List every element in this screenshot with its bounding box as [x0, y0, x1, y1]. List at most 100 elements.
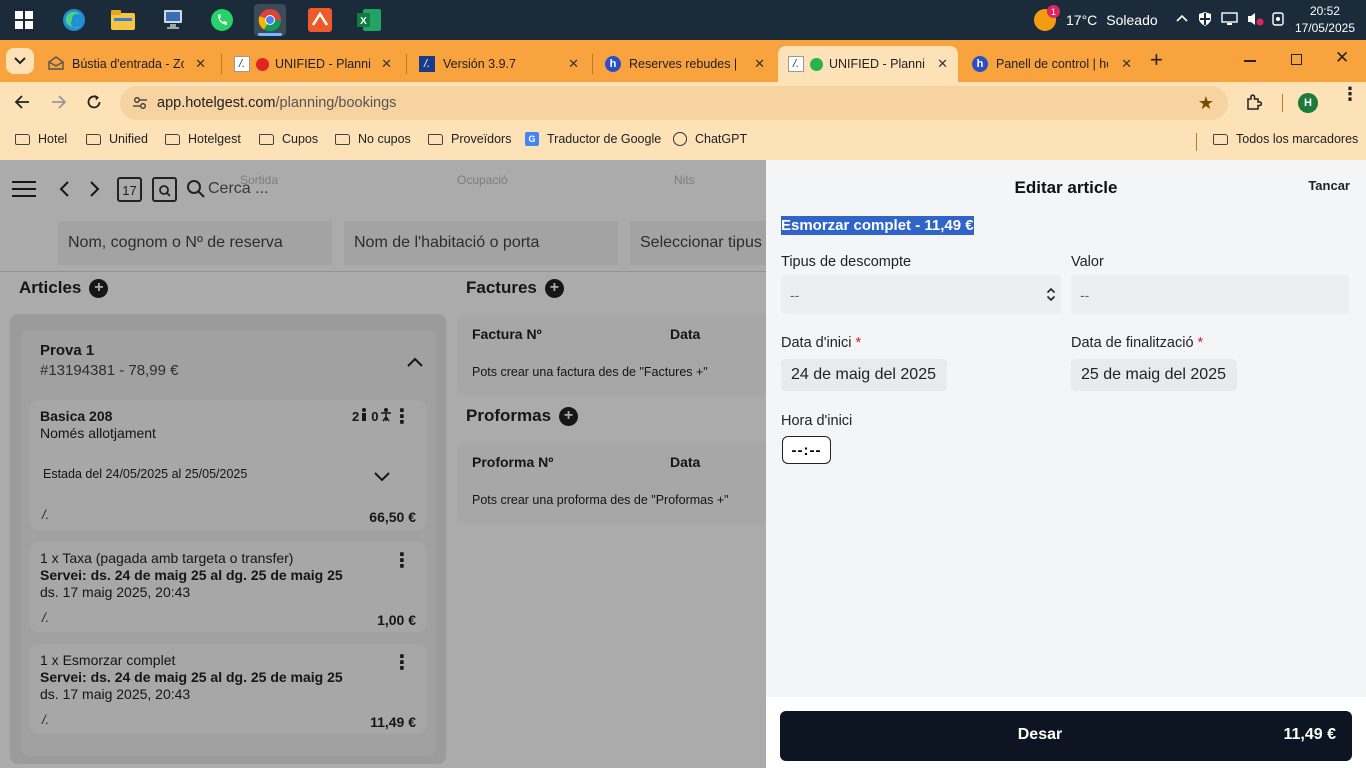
bookmark-link[interactable]: ChatGPT — [673, 132, 747, 146]
folder-icon — [86, 133, 101, 145]
tab-search-button[interactable] — [6, 48, 34, 74]
discount-type-select[interactable]: -- — [781, 275, 1061, 314]
end-date-value: 25 de maig del 2025 — [1081, 366, 1226, 383]
booking-details: 17 Cerca ... Sortida Ocupació Nits Nom, … — [0, 160, 766, 768]
folder-icon — [15, 133, 30, 145]
weather-widget[interactable]: 1 17°C Soleado — [1034, 0, 1158, 40]
folder-icon — [335, 133, 350, 145]
discount-type-label: Tipus de descompte — [781, 254, 912, 270]
browser-tab[interactable]: /. UNIFIED - Planning ✕ — [224, 46, 402, 82]
bookmark-folder[interactable]: No cupos — [335, 132, 411, 146]
value-label: Valor — [1071, 254, 1104, 270]
start-time-input[interactable]: --:-- — [782, 436, 831, 464]
remote-pc-icon[interactable] — [157, 4, 189, 36]
end-date-label: Data de finalització * — [1071, 335, 1203, 351]
browser-menu-icon[interactable]: ⋮ — [1341, 85, 1359, 103]
tab-title: Panell de control | hotelgest — [996, 57, 1108, 71]
browser-tab[interactable]: h Panell de control | hotelgest ✕ — [962, 46, 1142, 82]
chatgpt-icon — [673, 132, 687, 146]
excel-icon[interactable]: X — [353, 4, 385, 36]
discount-type-value: -- — [790, 286, 800, 303]
whatsapp-icon[interactable] — [206, 4, 238, 36]
bookmark-folder[interactable]: Hotel — [15, 132, 67, 146]
bookmark-label: No cupos — [358, 132, 411, 146]
profile-initial: H — [1304, 97, 1312, 109]
bookmark-label: Cupos — [282, 132, 319, 146]
end-date-picker[interactable]: 25 de maig del 2025 — [1071, 359, 1237, 391]
start-time-value: --:-- — [791, 441, 822, 459]
minimize-button[interactable] — [1244, 60, 1256, 62]
address-bar[interactable]: app.hotelgest.com/planning/bookings ★ — [120, 86, 1228, 120]
value-placeholder: -- — [1080, 286, 1090, 303]
end-date-label-text: Data de finalització — [1071, 335, 1194, 351]
close-icon[interactable]: ✕ — [1121, 56, 1132, 72]
browser-tab[interactable]: /. Versión 3.9.7 ✕ — [409, 46, 589, 82]
close-window-button[interactable]: ✕ — [1335, 48, 1349, 68]
weather-badge: 1 — [1047, 5, 1060, 18]
translate-icon: G — [525, 132, 539, 146]
chrome-icon[interactable] — [254, 4, 286, 36]
anydesk-icon[interactable] — [304, 4, 336, 36]
save-button-label: Desar — [1017, 726, 1063, 743]
close-icon[interactable]: ✕ — [195, 56, 206, 72]
profile-avatar[interactable]: H — [1298, 93, 1318, 113]
hotelgest-favicon-icon: h — [972, 56, 988, 72]
tab-title: Reserves rebudes | hotelgest — [629, 57, 741, 71]
bookmark-folder[interactable]: Proveïdors — [428, 132, 511, 146]
extensions-icon[interactable] — [1245, 93, 1263, 116]
shield-icon[interactable] — [1197, 11, 1213, 30]
clock-date: 17/05/2025 — [1294, 21, 1355, 35]
reload-icon[interactable] — [86, 94, 102, 115]
windows-start-icon[interactable] — [8, 4, 40, 36]
volume-muted-icon[interactable] — [1246, 11, 1264, 30]
tab-title: Bústia d'entrada - Zoho — [72, 57, 184, 71]
bookmark-folder[interactable]: Hotelgest — [165, 132, 241, 146]
close-icon[interactable]: ✕ — [568, 56, 579, 72]
bookmark-link[interactable]: G Traductor de Google — [525, 132, 661, 146]
save-button-amount: 11,49 € — [1283, 726, 1337, 743]
site-info-icon[interactable] — [132, 95, 148, 115]
back-arrow-icon[interactable] — [14, 94, 30, 115]
browser-tab[interactable]: Bústia d'entrada - Zoho ✕ — [38, 46, 216, 82]
value-input[interactable]: -- — [1071, 275, 1349, 314]
bookmark-star-icon[interactable]: ★ — [1198, 93, 1214, 114]
browser-tab[interactable]: h Reserves rebudes | hotelgest ✕ — [595, 46, 775, 82]
folder-icon — [165, 133, 180, 145]
url-domain: app.hotelgest.com — [157, 95, 276, 111]
bookmark-label: Hotel — [38, 132, 68, 146]
modal-backdrop[interactable] — [0, 160, 766, 768]
weather-temp: 17°C — [1066, 12, 1098, 28]
tab-title: Versión 3.9.7 — [443, 57, 516, 71]
weather-condition: Soleado — [1106, 12, 1158, 28]
browser-tab-active[interactable]: /. UNIFIED - Planning ✕ — [778, 46, 958, 82]
forward-arrow-icon[interactable] — [51, 94, 67, 115]
browser-tab-strip: Bústia d'entrada - Zoho ✕ /. UNIFIED - P… — [0, 40, 1366, 82]
start-date-label-text: Data d'inici — [781, 335, 852, 351]
selected-article-name: Esmorzar complet - 11,49 € — [781, 216, 974, 235]
version-favicon-icon: /. — [419, 56, 435, 72]
close-icon[interactable]: ✕ — [381, 56, 392, 72]
network-icon[interactable] — [1221, 11, 1238, 29]
close-icon[interactable]: ✕ — [937, 56, 948, 72]
close-panel-button[interactable]: Tancar — [1308, 178, 1350, 193]
unified-favicon-icon: /. — [788, 56, 804, 72]
folder-icon — [259, 133, 274, 145]
hotelgest-favicon-icon: h — [605, 56, 621, 72]
bookmark-folder[interactable]: Unified — [86, 132, 148, 146]
bookmark-folder[interactable]: Cupos — [259, 132, 318, 146]
taskbar-clock[interactable]: 20:52 17/05/2025 — [1295, 3, 1355, 37]
start-date-picker[interactable]: 24 de maig del 2025 — [781, 359, 947, 391]
new-tab-button[interactable]: + — [1150, 49, 1163, 71]
chevron-up-icon[interactable] — [1175, 12, 1189, 29]
weather-sun-icon: 1 — [1034, 5, 1060, 31]
panel-footer: Desar 11,49 € — [766, 697, 1366, 768]
close-icon[interactable]: ✕ — [754, 56, 765, 72]
bookmarks-bar: Hotel Unified Hotelgest Cupos No cupos P… — [0, 124, 1366, 160]
all-bookmarks-folder[interactable]: Todos los marcadores — [1213, 132, 1358, 146]
restore-button[interactable] — [1291, 54, 1302, 65]
edge-icon[interactable] — [58, 4, 90, 36]
save-button[interactable]: Desar 11,49 € — [780, 711, 1352, 761]
camera-icon[interactable] — [1272, 11, 1286, 30]
url-path: /planning/bookings — [275, 95, 397, 111]
file-explorer-icon[interactable] — [107, 4, 139, 36]
